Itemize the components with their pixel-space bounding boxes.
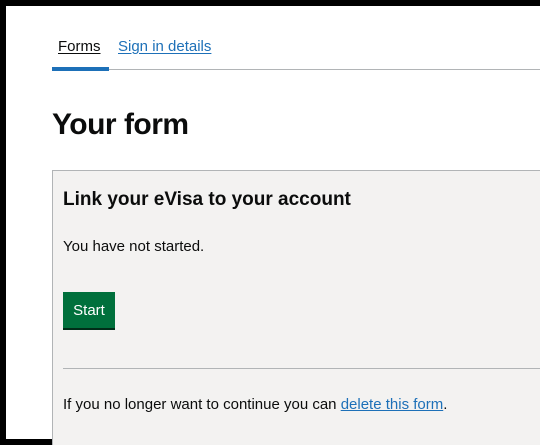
divider xyxy=(63,368,540,369)
page-title: Your form xyxy=(52,108,189,141)
delete-form-suffix: . xyxy=(443,396,448,413)
start-button[interactable]: Start xyxy=(63,292,115,328)
form-card: Link your eVisa to your account You have… xyxy=(52,170,540,445)
tab-sign-in-details[interactable]: Sign in details xyxy=(118,38,211,55)
sub-navigation: Forms Sign in details xyxy=(52,38,540,71)
delete-form-text: If you no longer want to continue you ca… xyxy=(63,396,447,413)
form-status: You have not started. xyxy=(63,238,205,255)
active-tab-indicator xyxy=(52,67,109,71)
delete-form-prefix: If you no longer want to continue you ca… xyxy=(63,396,341,413)
form-card-heading: Link your eVisa to your account xyxy=(63,189,351,210)
delete-form-link[interactable]: delete this form xyxy=(341,396,444,413)
tab-forms[interactable]: Forms xyxy=(58,38,101,55)
